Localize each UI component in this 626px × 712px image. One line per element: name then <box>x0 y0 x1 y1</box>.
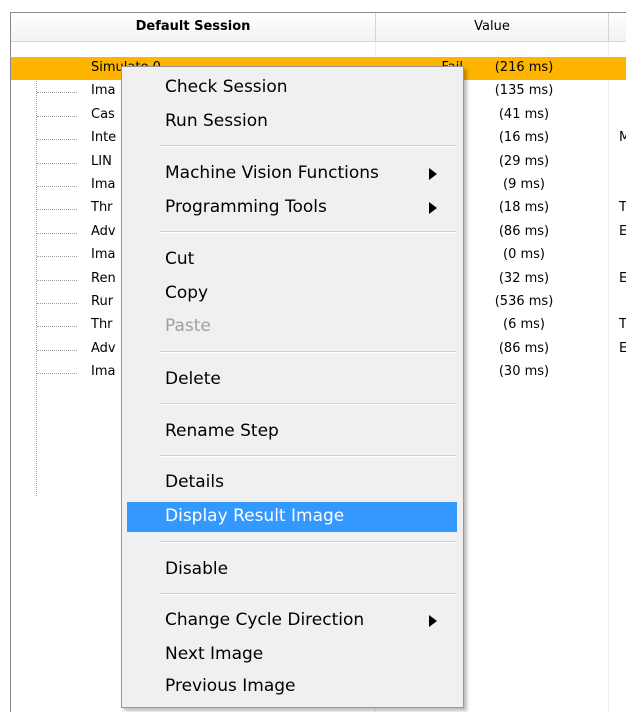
step-name: Ima <box>91 364 116 379</box>
menu-separator <box>160 351 456 353</box>
grid-header: Default Session Value <box>11 13 626 42</box>
column-header-session[interactable]: Default Session <box>11 13 376 41</box>
step-timing: (536 ms) <box>494 294 554 309</box>
step-name: Thr <box>91 317 113 332</box>
step-name: Ren <box>91 271 116 286</box>
menu-item-label: Rename Step <box>165 421 279 441</box>
tree-connector-icon <box>37 163 77 164</box>
menu-item-previous-image[interactable]: Previous Image <box>127 672 457 702</box>
menu-item-delete[interactable]: Delete <box>127 365 457 395</box>
step-extra: T <box>619 317 626 332</box>
step-timing: (16 ms) <box>498 130 550 145</box>
menu-item-label: Cut <box>165 249 195 269</box>
step-name: Rur <box>91 294 114 309</box>
menu-item-label: Delete <box>165 369 221 389</box>
step-name: Adv <box>91 341 116 356</box>
step-timing: (86 ms) <box>498 224 550 239</box>
submenu-arrow-icon <box>429 202 437 214</box>
step-extra: E <box>619 224 626 239</box>
menu-item-paste: Paste <box>127 312 457 342</box>
tree-connector-icon <box>37 256 77 257</box>
column-header-value[interactable]: Value <box>376 13 609 41</box>
menu-item-label: Details <box>165 472 224 492</box>
step-timing: (18 ms) <box>498 200 550 215</box>
context-menu: Check Session Run Session Machine Vision… <box>121 66 464 708</box>
menu-item-display-result-image[interactable]: Display Result Image <box>127 502 457 532</box>
tree-connector-icon <box>37 373 77 374</box>
menu-item-programming-tools[interactable]: Programming Tools <box>127 193 457 223</box>
menu-item-details[interactable]: Details <box>127 468 457 498</box>
step-timing: (41 ms) <box>498 107 550 122</box>
step-extra: M <box>619 130 626 145</box>
step-timing: (9 ms) <box>503 177 545 192</box>
tree-connector-icon <box>37 303 77 304</box>
tree-connector-icon <box>37 209 77 210</box>
menu-item-label: Check Session <box>165 77 288 97</box>
tree-connector-icon <box>37 139 77 140</box>
menu-separator <box>160 231 456 233</box>
step-timing: (135 ms) <box>494 83 554 98</box>
menu-separator <box>160 403 456 405</box>
menu-item-machine-vision-functions[interactable]: Machine Vision Functions <box>127 159 457 189</box>
tree-connector-icon <box>37 92 77 93</box>
tree-connector-icon <box>37 280 77 281</box>
step-name: Ima <box>91 177 116 192</box>
menu-item-label: Change Cycle Direction <box>165 610 365 630</box>
step-timing: (0 ms) <box>503 247 545 262</box>
menu-item-label: Display Result Image <box>165 506 345 526</box>
menu-separator <box>160 541 456 543</box>
step-extra: T <box>619 200 626 215</box>
submenu-arrow-icon <box>429 615 437 627</box>
step-name: Inte <box>91 130 117 145</box>
step-name: Ima <box>91 83 116 98</box>
menu-item-label: Paste <box>165 316 211 336</box>
menu-item-rename-step[interactable]: Rename Step <box>127 417 457 447</box>
step-name: LIN <box>91 154 112 169</box>
menu-item-label: Machine Vision Functions <box>165 163 379 183</box>
step-timing: (30 ms) <box>498 364 550 379</box>
menu-item-cut[interactable]: Cut <box>127 245 457 275</box>
menu-item-run-session[interactable]: Run Session <box>127 107 457 137</box>
menu-separator <box>160 145 456 147</box>
step-extra: E <box>619 341 626 356</box>
tree-connector-icon <box>37 186 77 187</box>
menu-item-label: Previous Image <box>165 676 296 696</box>
tree-connector-icon <box>37 326 77 327</box>
step-timing: (6 ms) <box>503 317 545 332</box>
menu-separator <box>160 455 456 457</box>
tree-connector-icon <box>37 233 77 234</box>
step-name: Cas <box>91 107 115 122</box>
step-name: Ima <box>91 247 116 262</box>
step-timing: (86 ms) <box>498 341 550 356</box>
submenu-arrow-icon <box>429 168 437 180</box>
step-extra: E <box>619 271 626 286</box>
step-timing: (32 ms) <box>498 271 550 286</box>
menu-item-label: Programming Tools <box>165 197 327 217</box>
step-timing: (216 ms) <box>494 60 554 75</box>
menu-item-copy[interactable]: Copy <box>127 279 457 309</box>
menu-separator <box>160 593 456 595</box>
step-name: Adv <box>91 224 116 239</box>
menu-item-label: Copy <box>165 283 209 303</box>
menu-item-label: Disable <box>165 559 229 579</box>
step-timing: (29 ms) <box>498 154 550 169</box>
menu-item-label: Next Image <box>165 644 264 664</box>
tree-connector-icon <box>37 350 77 351</box>
menu-item-disable[interactable]: Disable <box>127 555 457 585</box>
menu-item-check-session[interactable]: Check Session <box>127 73 457 103</box>
menu-item-change-cycle-direction[interactable]: Change Cycle Direction <box>127 606 457 636</box>
menu-item-label: Run Session <box>165 111 268 131</box>
step-name: Thr <box>91 200 113 215</box>
menu-item-next-image[interactable]: Next Image <box>127 640 457 670</box>
tree-connector-icon <box>37 116 77 117</box>
